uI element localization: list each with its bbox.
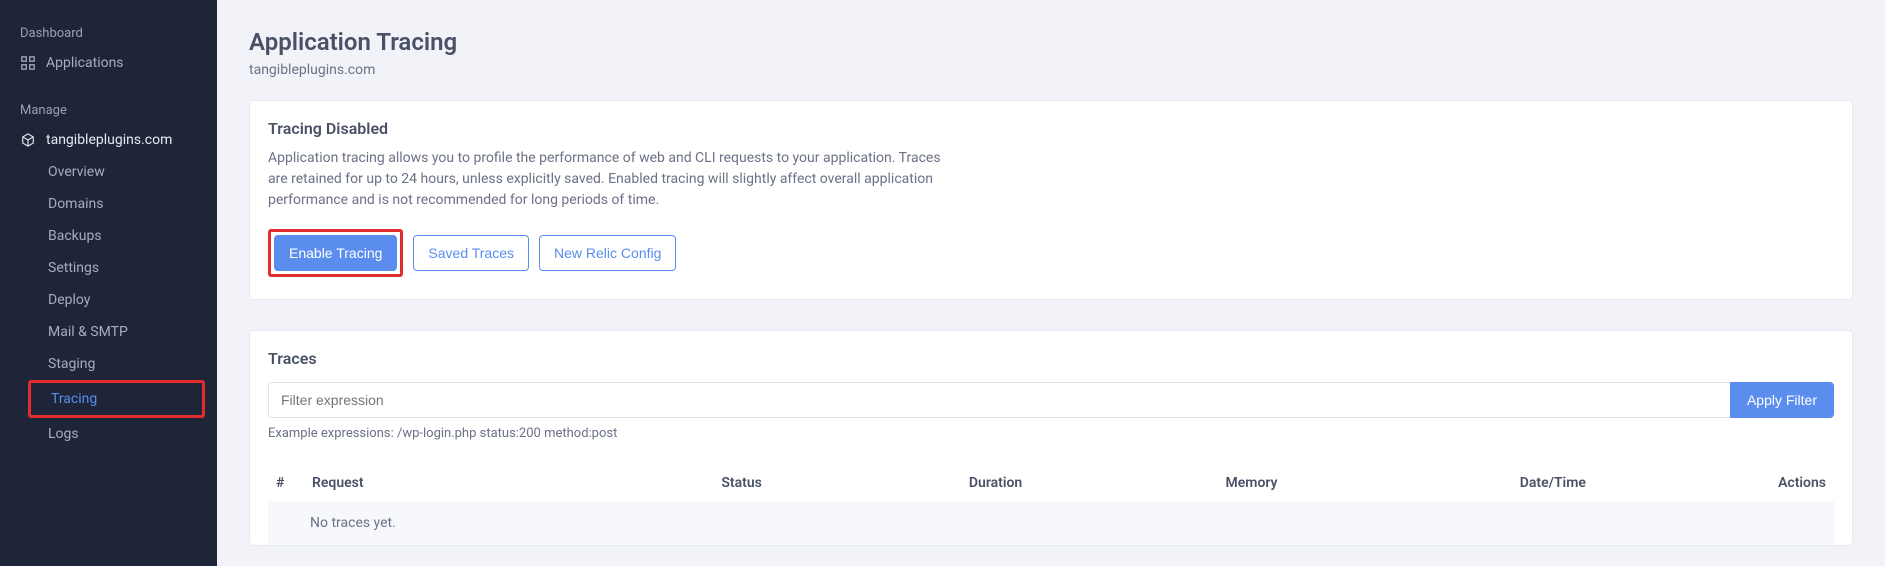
sidebar-item-site[interactable]: tangibleplugins.com [0, 124, 217, 156]
sidebar-item-overview[interactable]: Overview [0, 156, 217, 188]
col-status: Status [558, 465, 770, 501]
filter-row: Apply Filter [268, 382, 1834, 418]
enable-tracing-button[interactable]: Enable Tracing [274, 235, 397, 271]
col-duration: Duration [770, 465, 1030, 501]
traces-card: Traces Apply Filter Example expressions:… [249, 330, 1853, 546]
sidebar-item-deploy[interactable]: Deploy [0, 284, 217, 316]
col-memory: Memory [1030, 465, 1285, 501]
sidebar-item-backups[interactable]: Backups [0, 220, 217, 252]
traces-table: # Request Status Duration Memory Date/Ti… [268, 465, 1834, 545]
apply-filter-button[interactable]: Apply Filter [1730, 382, 1834, 418]
sidebar-item-mail[interactable]: Mail & SMTP [0, 316, 217, 348]
sidebar-item-settings[interactable]: Settings [0, 252, 217, 284]
sidebar-item-label: tangibleplugins.com [46, 132, 172, 148]
saved-traces-button[interactable]: Saved Traces [413, 235, 529, 271]
cube-icon [20, 132, 36, 148]
tracing-status-card: Tracing Disabled Application tracing all… [249, 100, 1853, 300]
sidebar-item-logs[interactable]: Logs [0, 418, 217, 450]
main-content: Application Tracing tangibleplugins.com … [217, 0, 1885, 566]
filter-example: Example expressions: /wp-login.php statu… [268, 426, 1834, 441]
sidebar-item-label: Applications [46, 55, 124, 71]
sidebar-item-staging[interactable]: Staging [0, 348, 217, 380]
new-relic-config-button[interactable]: New Relic Config [539, 235, 676, 271]
grid-icon [20, 55, 36, 71]
sidebar: Dashboard Applications Manage tangiblepl… [0, 0, 217, 566]
enable-tracing-highlight: Enable Tracing [268, 229, 403, 277]
sidebar-item-tracing[interactable]: Tracing [28, 380, 205, 418]
filter-input[interactable] [268, 382, 1730, 418]
traces-title: Traces [268, 349, 1834, 368]
sidebar-section-dashboard: Dashboard [0, 20, 217, 47]
page-subtitle: tangibleplugins.com [249, 62, 1853, 78]
col-request: Request [304, 465, 558, 501]
sidebar-item-domains[interactable]: Domains [0, 188, 217, 220]
status-card-actions: Enable Tracing Saved Traces New Relic Co… [268, 229, 1834, 277]
status-card-title: Tracing Disabled [268, 119, 1834, 138]
sidebar-item-applications[interactable]: Applications [0, 47, 217, 79]
table-row-empty: No traces yet. [268, 501, 1834, 545]
sidebar-section-manage: Manage [0, 97, 217, 124]
col-hash: # [268, 465, 304, 501]
empty-message: No traces yet. [268, 501, 1834, 545]
page-title: Application Tracing [249, 28, 1853, 56]
col-actions: Actions [1594, 465, 1834, 501]
col-datetime: Date/Time [1285, 465, 1593, 501]
status-card-description: Application tracing allows you to profil… [268, 148, 948, 211]
